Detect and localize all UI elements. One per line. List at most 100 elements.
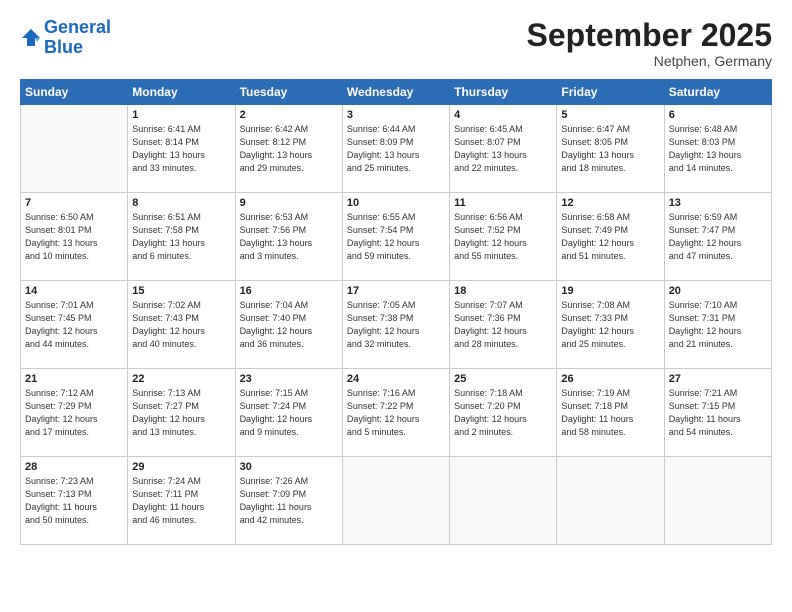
day-info: Sunrise: 7:08 AMSunset: 7:33 PMDaylight:… (561, 299, 659, 351)
day-info: Sunrise: 6:50 AMSunset: 8:01 PMDaylight:… (25, 211, 123, 263)
day-info: Sunrise: 6:59 AMSunset: 7:47 PMDaylight:… (669, 211, 767, 263)
day-info: Sunrise: 7:24 AMSunset: 7:11 PMDaylight:… (132, 475, 230, 527)
calendar-cell (450, 457, 557, 545)
calendar-cell (21, 105, 128, 193)
week-row-3: 21 Sunrise: 7:12 AMSunset: 7:29 PMDayligh… (21, 369, 772, 457)
calendar-cell: 18Sunrise: 7:07 AMSunset: 7:36 PMDayligh… (450, 281, 557, 369)
day-number: 13 (669, 197, 767, 209)
day-number: 6 (669, 109, 767, 121)
header-cell-wednesday: Wednesday (342, 80, 449, 105)
calendar-cell: 15Sunrise: 7:02 AMSunset: 7:43 PMDayligh… (128, 281, 235, 369)
day-info: Sunrise: 7:02 AMSunset: 7:43 PMDaylight:… (132, 299, 230, 351)
calendar-cell: 3Sunrise: 6:44 AMSunset: 8:09 PMDaylight… (342, 105, 449, 193)
header-cell-saturday: Saturday (664, 80, 771, 105)
day-info: Sunrise: 6:48 AMSunset: 8:03 PMDaylight:… (669, 123, 767, 175)
day-number: 19 (561, 285, 659, 297)
day-info: Sunrise: 7:04 AMSunset: 7:40 PMDaylight:… (240, 299, 338, 351)
day-info: Sunrise: 7:21 AMSunset: 7:15 PMDaylight:… (669, 387, 767, 439)
calendar-body: 1 Sunrise: 6:41 AMSunset: 8:14 PMDaylight… (21, 105, 772, 545)
day-number: 10 (347, 197, 445, 209)
title-block: September 2025 Netphen, Germany (527, 18, 772, 69)
header-cell-sunday: Sunday (21, 80, 128, 105)
calendar-cell: 14 Sunrise: 7:01 AMSunset: 7:45 PMDayligh… (21, 281, 128, 369)
day-info: Sunrise: 6:58 AMSunset: 7:49 PMDaylight:… (561, 211, 659, 263)
calendar-cell: 5Sunrise: 6:47 AMSunset: 8:05 PMDaylight… (557, 105, 664, 193)
logo-icon (20, 27, 42, 49)
day-number: 24 (347, 373, 445, 385)
calendar-cell: 9 Sunrise: 6:53 AMSunset: 7:56 PMDaylight… (235, 193, 342, 281)
day-number: 3 (347, 109, 445, 121)
day-info: Sunrise: 6:53 AMSunset: 7:56 PMDaylight:… (240, 211, 338, 263)
day-number: 9 (240, 197, 338, 209)
day-number: 21 (25, 373, 123, 385)
day-number: 29 (132, 461, 230, 473)
day-info: Sunrise: 6:41 AMSunset: 8:14 PMDaylight:… (132, 123, 230, 175)
day-info: Sunrise: 7:13 AMSunset: 7:27 PMDaylight:… (132, 387, 230, 439)
header-cell-tuesday: Tuesday (235, 80, 342, 105)
day-number: 14 (25, 285, 123, 297)
day-number: 16 (240, 285, 338, 297)
calendar-cell (664, 457, 771, 545)
day-info: Sunrise: 6:55 AMSunset: 7:54 PMDaylight:… (347, 211, 445, 263)
day-info: Sunrise: 7:16 AMSunset: 7:22 PMDaylight:… (347, 387, 445, 439)
calendar-cell: 19 Sunrise: 7:08 AMSunset: 7:33 PMDayligh… (557, 281, 664, 369)
logo-general: General (44, 17, 111, 37)
header-cell-monday: Monday (128, 80, 235, 105)
calendar-cell: 23Sunrise: 7:15 AMSunset: 7:24 PMDayligh… (235, 369, 342, 457)
header: General Blue September 2025 Netphen, Ger… (20, 18, 772, 69)
calendar-cell (557, 457, 664, 545)
day-number: 17 (347, 285, 445, 297)
calendar-cell: 6 Sunrise: 6:48 AMSunset: 8:03 PMDaylight… (664, 105, 771, 193)
calendar-cell: 25 Sunrise: 7:18 AMSunset: 7:20 PMDayligh… (450, 369, 557, 457)
calendar-cell: 11Sunrise: 6:56 AMSunset: 7:52 PMDayligh… (450, 193, 557, 281)
day-number: 2 (240, 109, 338, 121)
day-number: 1 (132, 109, 230, 121)
day-info: Sunrise: 7:19 AMSunset: 7:18 PMDaylight:… (561, 387, 659, 439)
calendar-cell (342, 457, 449, 545)
week-row-0: 1 Sunrise: 6:41 AMSunset: 8:14 PMDaylight… (21, 105, 772, 193)
week-row-4: 28Sunrise: 7:23 AMSunset: 7:13 PMDayligh… (21, 457, 772, 545)
calendar-cell: 20 Sunrise: 7:10 AMSunset: 7:31 PMDayligh… (664, 281, 771, 369)
header-cell-thursday: Thursday (450, 80, 557, 105)
day-info: Sunrise: 7:10 AMSunset: 7:31 PMDaylight:… (669, 299, 767, 351)
logo: General Blue (20, 18, 111, 58)
day-info: Sunrise: 6:47 AMSunset: 8:05 PMDaylight:… (561, 123, 659, 175)
day-number: 25 (454, 373, 552, 385)
day-info: Sunrise: 7:07 AMSunset: 7:36 PMDaylight:… (454, 299, 552, 351)
calendar-header: SundayMondayTuesdayWednesdayThursdayFrid… (21, 80, 772, 105)
calendar-cell: 28Sunrise: 7:23 AMSunset: 7:13 PMDayligh… (21, 457, 128, 545)
month-title: September 2025 (527, 18, 772, 53)
calendar-cell: 13 Sunrise: 6:59 AMSunset: 7:47 PMDayligh… (664, 193, 771, 281)
week-row-2: 14 Sunrise: 7:01 AMSunset: 7:45 PMDayligh… (21, 281, 772, 369)
week-row-1: 7Sunrise: 6:50 AMSunset: 8:01 PMDaylight… (21, 193, 772, 281)
calendar-cell: 8 Sunrise: 6:51 AMSunset: 7:58 PMDaylight… (128, 193, 235, 281)
calendar-cell: 4Sunrise: 6:45 AMSunset: 8:07 PMDaylight… (450, 105, 557, 193)
day-number: 8 (132, 197, 230, 209)
day-info: Sunrise: 6:42 AMSunset: 8:12 PMDaylight:… (240, 123, 338, 175)
calendar-cell: 1 Sunrise: 6:41 AMSunset: 8:14 PMDaylight… (128, 105, 235, 193)
logo-text: General Blue (44, 18, 111, 58)
calendar-cell: 12 Sunrise: 6:58 AMSunset: 7:49 PMDayligh… (557, 193, 664, 281)
day-number: 27 (669, 373, 767, 385)
day-info: Sunrise: 7:18 AMSunset: 7:20 PMDaylight:… (454, 387, 552, 439)
day-number: 23 (240, 373, 338, 385)
calendar-cell: 29 Sunrise: 7:24 AMSunset: 7:11 PMDayligh… (128, 457, 235, 545)
header-cell-friday: Friday (557, 80, 664, 105)
calendar-cell: 27 Sunrise: 7:21 AMSunset: 7:15 PMDayligh… (664, 369, 771, 457)
day-info: Sunrise: 7:12 AMSunset: 7:29 PMDaylight:… (25, 387, 123, 439)
page: General Blue September 2025 Netphen, Ger… (0, 0, 792, 612)
calendar-cell: 16 Sunrise: 7:04 AMSunset: 7:40 PMDayligh… (235, 281, 342, 369)
calendar-cell: 21 Sunrise: 7:12 AMSunset: 7:29 PMDayligh… (21, 369, 128, 457)
header-row: SundayMondayTuesdayWednesdayThursdayFrid… (21, 80, 772, 105)
calendar-table: SundayMondayTuesdayWednesdayThursdayFrid… (20, 79, 772, 545)
day-number: 12 (561, 197, 659, 209)
calendar-cell: 24 Sunrise: 7:16 AMSunset: 7:22 PMDayligh… (342, 369, 449, 457)
day-number: 11 (454, 197, 552, 209)
day-number: 20 (669, 285, 767, 297)
location-subtitle: Netphen, Germany (527, 53, 772, 69)
day-info: Sunrise: 6:51 AMSunset: 7:58 PMDaylight:… (132, 211, 230, 263)
day-info: Sunrise: 7:01 AMSunset: 7:45 PMDaylight:… (25, 299, 123, 351)
day-number: 28 (25, 461, 123, 473)
day-number: 22 (132, 373, 230, 385)
day-info: Sunrise: 7:26 AMSunset: 7:09 PMDaylight:… (240, 475, 338, 527)
